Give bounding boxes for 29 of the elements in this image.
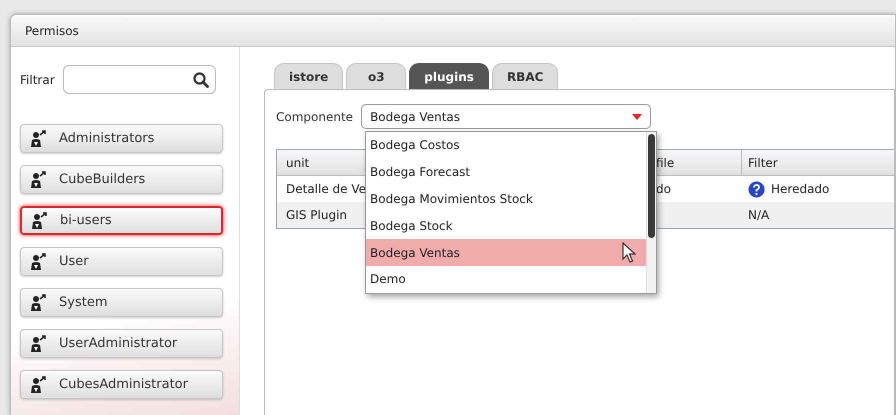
filter-label: Filtrar	[20, 72, 55, 86]
table-cell: Heredado	[771, 182, 830, 196]
table-cell: N/A	[748, 208, 770, 222]
dropdown-option[interactable]: Bodega Forecast	[366, 158, 646, 186]
column-header: unit	[286, 156, 310, 170]
dropdown-option[interactable]: Bodega Movimientos Stock	[366, 186, 646, 212]
column-header: file	[656, 156, 674, 170]
group-button[interactable]: CubeBuilders	[20, 165, 223, 194]
table-cell: Detalle de Ve	[286, 182, 366, 196]
dropdown-option[interactable]: Demo	[366, 266, 646, 293]
group-button[interactable]: CubesAdministrator	[20, 370, 223, 399]
dropdown-option[interactable]: Bodega Ventas	[366, 239, 646, 266]
group-button[interactable]: UserAdministrator	[20, 329, 223, 358]
column-header: Filter	[748, 156, 778, 170]
group-button[interactable]: Administrators	[20, 124, 223, 153]
tab[interactable]: plugins	[409, 63, 489, 89]
tab[interactable]: istore	[274, 63, 344, 89]
tab[interactable]: o3	[346, 63, 406, 89]
tab[interactable]: RBAC	[492, 63, 558, 89]
table-cell: GIS Plugin	[286, 208, 348, 222]
dropdown-option[interactable]: Bodega Costos	[366, 132, 646, 159]
table-cell: do	[656, 182, 671, 196]
group-button[interactable]: bi-users	[20, 206, 223, 235]
window-title: Permisos	[25, 24, 79, 38]
dropdown-option[interactable]: Bodega Stock	[366, 212, 646, 240]
group-button[interactable]: User	[20, 247, 223, 276]
component-label: Componente	[276, 110, 354, 124]
component-dropdown[interactable]: Bodega Ventas	[361, 104, 652, 129]
group-button[interactable]: System	[20, 288, 223, 317]
